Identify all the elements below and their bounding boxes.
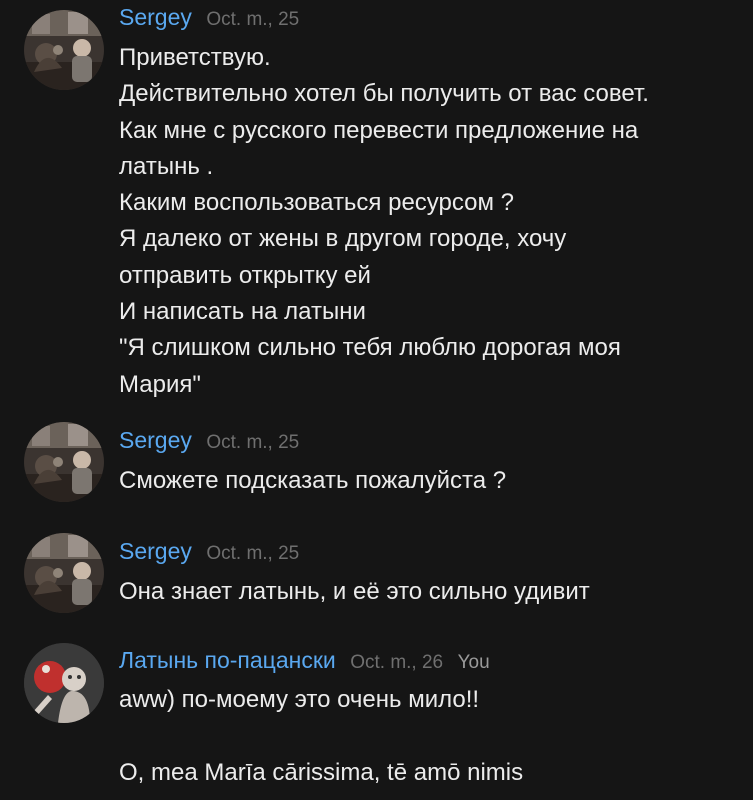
- author-name[interactable]: Sergey: [119, 427, 192, 453]
- avatar[interactable]: [24, 422, 104, 502]
- comment-header: Латынь по-пацански Oct. m., 26 You: [119, 647, 490, 673]
- comment-header: Sergey Oct. m., 25: [119, 538, 299, 564]
- text-line: O, mea Marīa cārissima, tē amō nimis: [119, 758, 524, 786]
- text-line: "Я слишком сильно тебя люблю дорогая моя: [119, 334, 621, 362]
- text-line: Я далеко от жены в другом городе, хочу: [119, 225, 567, 253]
- text-line: Действительно хотел бы получить от вас с…: [119, 80, 649, 108]
- you-badge: You: [457, 652, 490, 673]
- text-line: И написать на латыни: [119, 298, 366, 326]
- text-line: aww) по-моему это очень мило!!: [119, 686, 480, 713]
- text-line: Каким воспользоваться ресурсом ?: [119, 189, 515, 217]
- text-line: Сможете подсказать пожалуйста ?: [119, 467, 507, 494]
- text-line: Мария": [119, 370, 201, 398]
- timestamp: Oct. m., 25: [206, 9, 300, 30]
- comment-header: Sergey Oct. m., 25: [119, 4, 299, 30]
- text-line: Приветствую.: [119, 44, 271, 71]
- text-line: Она знает латынь, и её это сильно удивит: [119, 578, 590, 605]
- comment-text: aww) по-моему это очень мило!! O, mea Ma…: [119, 682, 739, 791]
- author-name[interactable]: Sergey: [119, 4, 192, 30]
- author-name[interactable]: Латынь по-пацански: [119, 647, 336, 673]
- avatar[interactable]: [24, 643, 104, 723]
- comment-text: Она знает латынь, и её это сильно удивит: [119, 574, 739, 610]
- comment-text: Приветствую. Действительно хотел бы полу…: [119, 40, 739, 403]
- comment-text: Сможете подсказать пожалуйста ?: [119, 463, 739, 499]
- text-line: Как мне с русского перевести предложение…: [119, 116, 639, 144]
- comment-header: Sergey Oct. m., 25: [119, 427, 299, 453]
- author-name[interactable]: Sergey: [119, 538, 192, 564]
- text-line: отправить открытку ей: [119, 261, 371, 289]
- timestamp: Oct. m., 26: [350, 652, 444, 673]
- avatar[interactable]: [24, 533, 104, 613]
- timestamp: Oct. m., 25: [206, 432, 300, 453]
- avatar[interactable]: [24, 10, 104, 90]
- text-line: латынь .: [119, 152, 214, 180]
- timestamp: Oct. m., 25: [206, 543, 300, 564]
